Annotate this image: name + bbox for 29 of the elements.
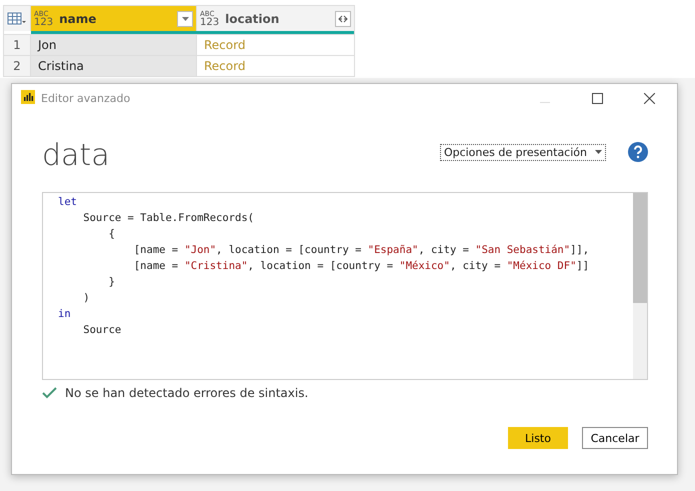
code-line: Source = Table.FromRecords( <box>82 211 255 226</box>
window-title: Editor avanzado <box>41 92 130 104</box>
code-line: { <box>108 227 116 242</box>
code-line: [name = "Jon", location = [country = "España", city = "San Sebastián"]], <box>132 243 590 258</box>
column-name: name <box>59 12 98 26</box>
code-line: ) <box>82 291 91 306</box>
done-button[interactable]: Listo <box>508 427 568 449</box>
bar-chart-icon <box>21 90 35 106</box>
checkmark-icon <box>42 387 57 399</box>
code-line: } <box>108 275 116 290</box>
code-editor[interactable]: let Source = Table.FromRecords( { [name = "Jon", location = [country = "España", city = "San Sebastián"]], [name = "Cristina", location = [country = "México", city = "México DF"]] } ) in Source <box>42 192 648 380</box>
help-icon[interactable] <box>628 142 648 162</box>
query-name: data <box>42 136 110 172</box>
table-cell: Jon <box>31 35 197 55</box>
code-line: Source <box>82 323 122 338</box>
column-name: location <box>225 12 280 26</box>
cancel-button[interactable]: Cancelar <box>582 427 648 449</box>
code-line: [name = "Cristina", location = [country = "México", city = "México DF"]] <box>132 259 590 274</box>
display-options-dropdown[interactable]: Opciones de presentación <box>440 144 606 160</box>
scrollbar[interactable] <box>633 193 647 379</box>
expand-icon[interactable] <box>335 10 351 26</box>
status-message: No se han detectado errores de sintaxis. <box>65 386 308 400</box>
dropdown-icon[interactable] <box>177 10 193 26</box>
code-line: in <box>58 307 72 322</box>
table-cell: Cristina <box>31 56 197 76</box>
code-line: let <box>58 195 78 210</box>
row-number: 1 <box>4 35 31 55</box>
row-number: 2 <box>4 56 31 76</box>
caret-icon <box>595 150 602 154</box>
